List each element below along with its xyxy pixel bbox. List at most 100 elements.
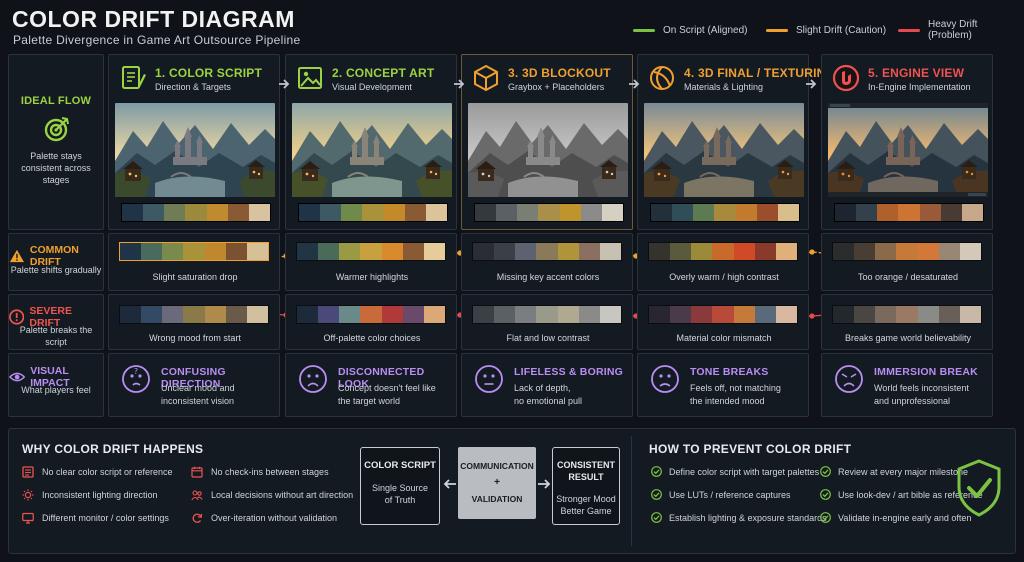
drift-caption: Flat and low contrast: [506, 333, 590, 343]
drift-caption: Overly warm / high contrast: [669, 272, 779, 282]
palette-strip: [650, 203, 800, 222]
box-title: COLOR SCRIPT: [364, 460, 436, 471]
palette-swatch: [141, 306, 163, 323]
palette-strip: [834, 203, 984, 222]
impact-desc: World feels inconsistent and unprofession…: [874, 383, 969, 406]
palette-swatch: [580, 204, 602, 221]
color-script-box: COLOR SCRIPT Single Source of Truth: [360, 447, 440, 525]
stage-subtitle: Direction & Targets: [155, 82, 231, 92]
palette-swatch: [297, 306, 319, 323]
stage-scene-image: [828, 103, 988, 197]
target-icon: [44, 117, 69, 142]
stage-subtitle: Materials & Lighting: [684, 82, 764, 92]
palette-swatch: [754, 306, 776, 323]
row-label-visual-impact: VISUAL IMPACT What players feel: [8, 353, 104, 417]
palette-swatch: [183, 243, 205, 260]
legend-item-slight-drift: Slight Drift (Caution): [766, 22, 886, 38]
box-sub: VALIDATION: [471, 494, 523, 504]
box-desc: Stronger Mood Better Game: [556, 494, 616, 516]
legend-swatch: [766, 28, 788, 32]
document-pencil-icon: [119, 64, 147, 92]
palette-swatch: [339, 306, 361, 323]
common-drift-cell: Too orange / desaturated: [821, 233, 993, 291]
severe-drift-cell: Wrong mood from start: [108, 294, 280, 350]
palette-swatch: [777, 204, 799, 221]
drift-caption: Missing key accent colors: [496, 272, 600, 282]
palette-swatch: [206, 204, 228, 221]
palette-swatch: [494, 243, 516, 260]
severe-drift-cell: Breaks game world believability: [821, 294, 993, 350]
image-icon: [296, 64, 324, 92]
palette-swatch: [559, 204, 581, 221]
row-label-ideal-flow: IDEAL FLOW Palette stays consistent acro…: [8, 54, 104, 230]
palette-swatch: [938, 306, 960, 323]
palette-swatch: [917, 243, 939, 260]
palette-swatch: [856, 204, 878, 221]
palette-swatch: [835, 204, 857, 221]
check-circle-icon: [651, 512, 662, 523]
palette-strip: [119, 242, 269, 261]
cause-label: Local decisions without art direction: [211, 490, 354, 500]
palette-strip: [296, 242, 446, 261]
palette-swatch: [691, 306, 713, 323]
list-icon: [22, 466, 34, 478]
palette-swatch: [299, 204, 321, 221]
check-circle-icon: [651, 489, 662, 500]
box-desc: Single Source of Truth: [371, 483, 429, 505]
prevent-title: HOW TO PREVENT COLOR DRIFT: [649, 442, 852, 456]
palette-swatch: [578, 243, 600, 260]
check-circle-icon: [820, 489, 831, 500]
palette-swatch: [733, 243, 755, 260]
palette-swatch: [712, 306, 734, 323]
palette-swatch: [896, 306, 918, 323]
sun-icon: [22, 489, 34, 501]
legend-item-heavy-drift: Heavy Drift (Problem): [898, 19, 1024, 41]
palette-strip: [472, 242, 622, 261]
page-title: COLOR DRIFT DIAGRAM: [12, 6, 295, 32]
visual-impact-cell: LIFELESS & BORING Lack of depth, no emotio…: [461, 353, 633, 417]
palette-strip: [472, 305, 622, 324]
row-label-common-drift: COMMON DRIFT Palette shifts gradually: [8, 233, 104, 291]
impact-desc: Feels off, not matching the intended mood: [690, 383, 781, 406]
palette-swatch: [383, 204, 405, 221]
prevent-label: Review at every major milestone: [838, 466, 969, 477]
stage-subtitle: In-Engine Implementation: [868, 82, 971, 92]
palette-swatch: [423, 306, 445, 323]
palette-swatch: [120, 306, 142, 323]
legend-swatch: [898, 28, 920, 32]
check-circle-icon: [820, 512, 831, 523]
palette-swatch: [122, 204, 144, 221]
visual-impact-cell: ? CONFUSING DIRECTION Unclear mood and inco…: [108, 353, 280, 417]
palette-swatch: [691, 243, 713, 260]
common-drift-cell: Warmer highlights: [285, 233, 457, 291]
palette-swatch: [917, 306, 939, 323]
cause-label: Over-iteration without validation: [211, 513, 338, 523]
unreal-logo-icon: [832, 64, 860, 92]
palette-swatch: [120, 243, 142, 260]
arrow-right-icon: [629, 79, 640, 89]
communication-box: COMMUNICATION + VALIDATION: [458, 447, 536, 519]
palette-swatch: [854, 306, 876, 323]
drift-caption: Warmer highlights: [335, 272, 409, 282]
drift-caption: Material color mismatch: [676, 333, 772, 343]
warning-icon: [9, 249, 25, 263]
palette-swatch: [360, 306, 382, 323]
prevent-label: Use LUTs / reference captures: [669, 489, 791, 500]
cause-item: No check-ins between stages: [191, 466, 329, 478]
palette-swatch: [473, 306, 495, 323]
palette-swatch: [959, 243, 981, 260]
box-title: CONSISTENT RESULT: [556, 460, 615, 482]
confused-face-icon: ?: [121, 364, 151, 394]
palette-strip: [121, 203, 271, 222]
palette-swatch: [162, 243, 184, 260]
cause-item: Different monitor / color settings: [22, 512, 169, 524]
prevent-label: Establish lighting & exposure standards: [669, 512, 827, 523]
palette-swatch: [833, 306, 855, 323]
palette-swatch: [775, 243, 797, 260]
palette-swatch: [339, 243, 361, 260]
palette-swatch: [672, 204, 694, 221]
palette-swatch: [183, 306, 205, 323]
prevent-item: Validate in-engine early and often: [820, 512, 971, 523]
severe-drift-cell: Flat and low contrast: [461, 294, 633, 350]
palette-strip: [832, 305, 982, 324]
